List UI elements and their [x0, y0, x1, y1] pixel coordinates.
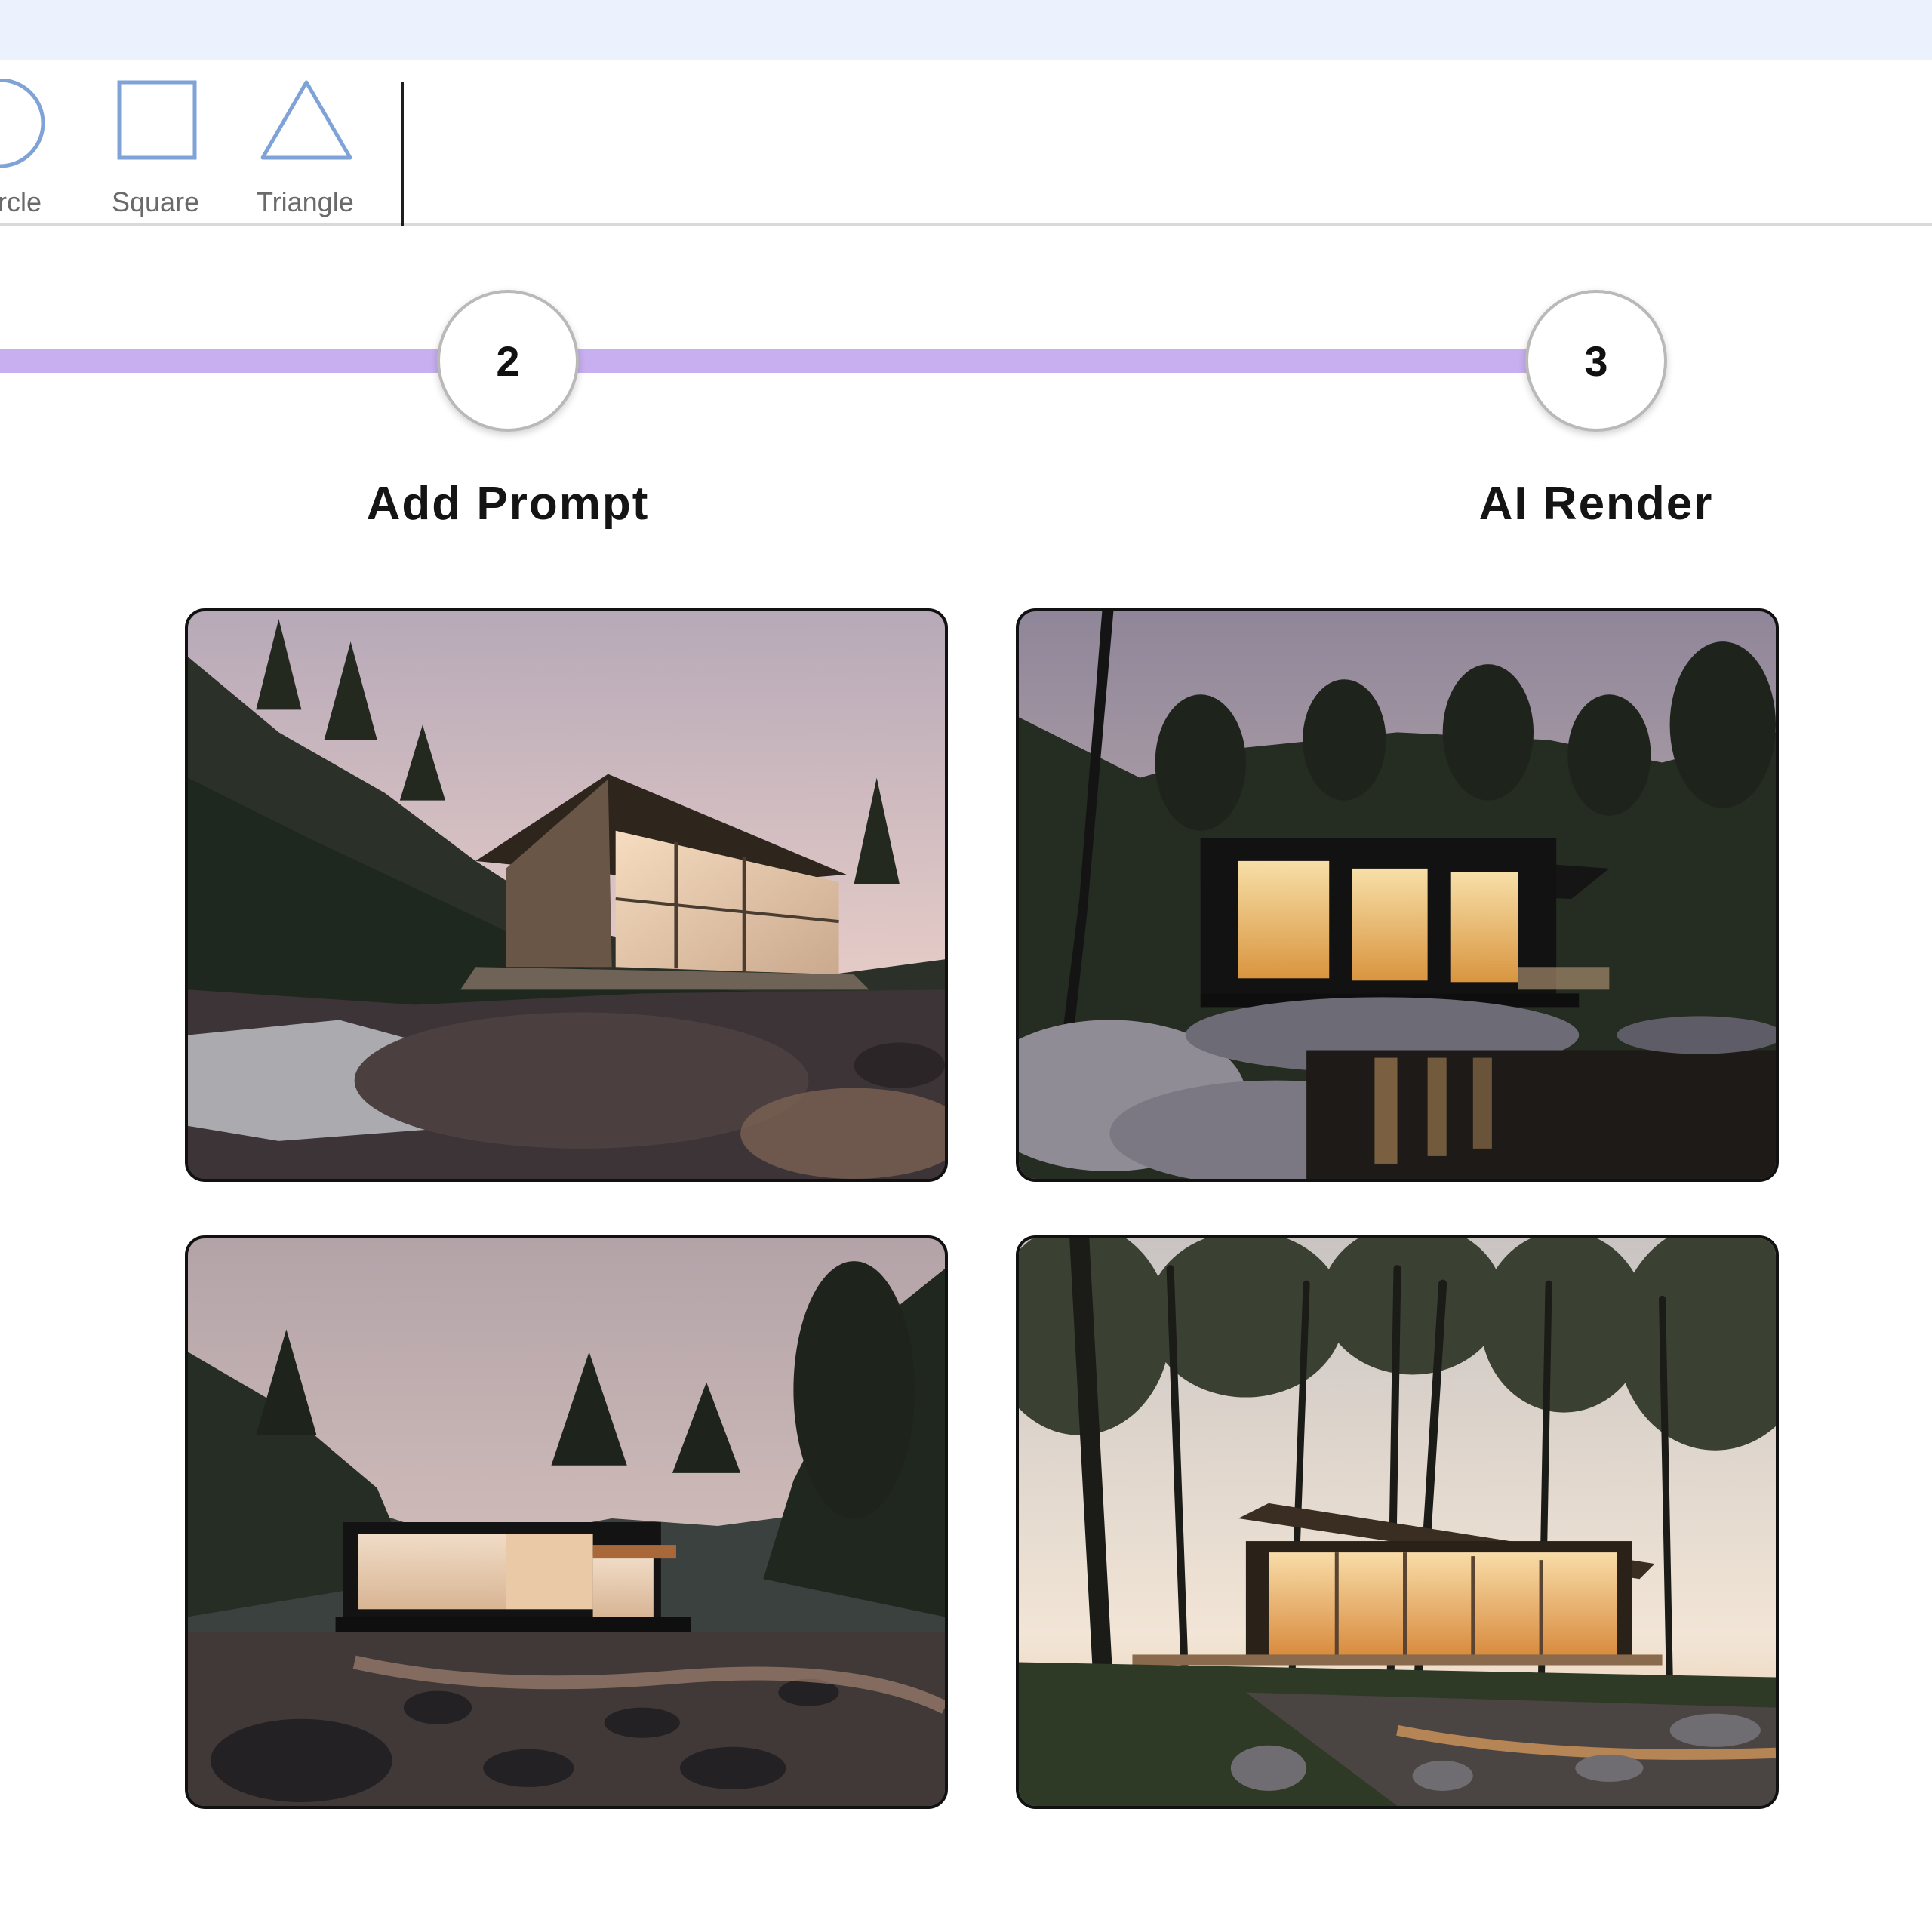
render-image-1-graphic: [188, 611, 945, 1179]
square-icon: [117, 80, 197, 160]
render-image-1[interactable]: [185, 608, 948, 1182]
tool-circle[interactable]: rcle: [0, 79, 60, 217]
step-3-node[interactable]: 3: [1525, 290, 1667, 432]
triangle-icon: [260, 80, 352, 160]
tool-triangle[interactable]: Triangle: [249, 79, 370, 217]
step-2-number: 2: [496, 337, 520, 385]
app-page: rcle Square Triangle 2 3 Add Prompt AI R…: [0, 0, 1932, 1932]
step-3-label: AI Render: [1478, 478, 1714, 530]
toolbar-divider: [401, 82, 404, 226]
tool-circle-label: rcle: [0, 186, 42, 217]
shape-toolbar: rcle Square Triangle: [0, 60, 1932, 226]
top-strip: [0, 0, 1932, 60]
tool-square[interactable]: Square: [106, 79, 211, 217]
render-image-4[interactable]: [1016, 1235, 1779, 1809]
render-image-2[interactable]: [1016, 608, 1779, 1182]
render-image-3-graphic: [188, 1238, 945, 1806]
render-image-2-graphic: [1019, 611, 1776, 1179]
progress-stepper: 2 3 Add Prompt AI Render: [0, 287, 1932, 543]
render-image-3[interactable]: [185, 1235, 948, 1809]
step-3-number: 3: [1584, 337, 1608, 385]
step-2-label: Add Prompt: [366, 478, 650, 530]
tool-triangle-label: Triangle: [257, 186, 354, 217]
tool-square-label: Square: [112, 186, 200, 217]
circle-icon: [0, 79, 45, 168]
stepper-track: [0, 349, 1532, 373]
render-image-4-graphic: [1019, 1238, 1776, 1806]
step-2-node[interactable]: 2: [437, 290, 579, 432]
